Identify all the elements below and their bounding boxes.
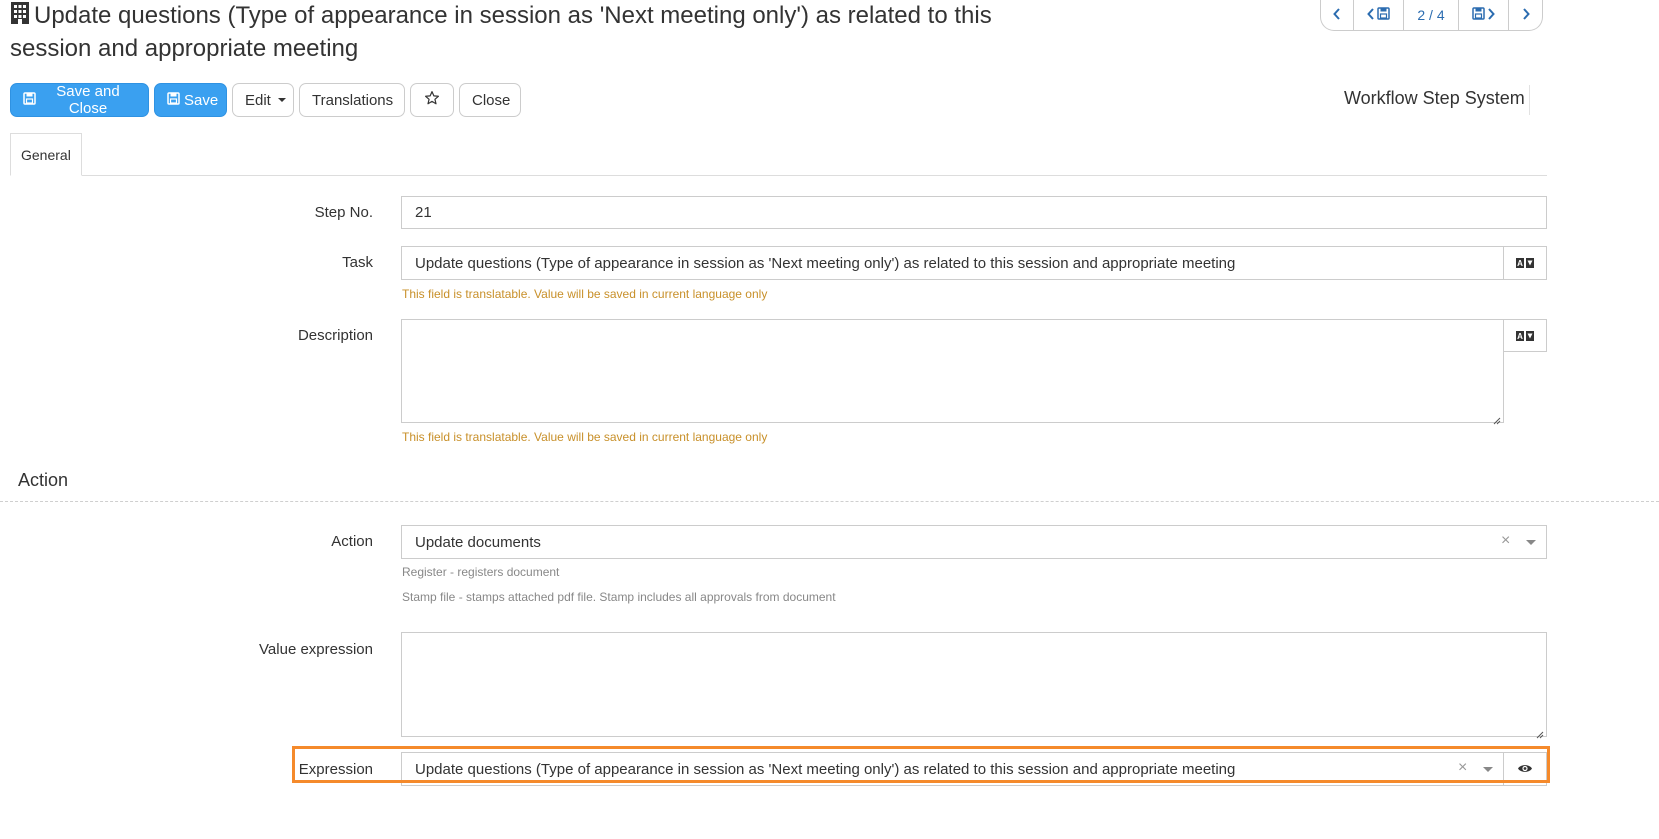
save-and-close-button[interactable]: Save and Close — [10, 83, 149, 117]
action-hint-stamp: Stamp file - stamps attached pdf file. S… — [402, 590, 836, 604]
tab-general[interactable]: General — [10, 133, 82, 176]
close-button[interactable]: Close — [459, 83, 521, 117]
tab-label: General — [21, 146, 71, 163]
record-pager: 2 / 4 — [1320, 0, 1543, 31]
translate-button[interactable]: A — [1503, 246, 1547, 280]
resize-handle-icon[interactable] — [1536, 726, 1544, 739]
focus-highlight — [292, 746, 1550, 783]
action-select[interactable]: Update documents × — [401, 525, 1547, 559]
favorite-button[interactable] — [410, 83, 454, 117]
step-no-value: 21 — [415, 204, 432, 221]
task-input[interactable]: Update questions (Type of appearance in … — [401, 246, 1504, 280]
building-icon — [10, 1, 30, 33]
step-no-label: Step No. — [314, 204, 373, 221]
step-no-input[interactable]: 21 — [401, 196, 1547, 229]
translate-icon: A — [1516, 328, 1534, 344]
chevron-right-icon — [1487, 7, 1495, 23]
edit-label: Edit — [245, 91, 271, 109]
action-value: Update documents — [415, 533, 541, 551]
floppy-icon — [1377, 7, 1390, 23]
task-label: Task — [342, 254, 373, 271]
save-button[interactable]: Save — [154, 83, 227, 117]
chevron-down-icon[interactable] — [1526, 540, 1536, 545]
translatable-hint: This field is translatable. Value will b… — [402, 287, 768, 301]
task-value: Update questions (Type of appearance in … — [415, 254, 1236, 272]
pager-position: 2 / 4 — [1404, 0, 1459, 30]
page-title: Update questions (Type of appearance in … — [10, 0, 1010, 64]
section-divider — [0, 501, 1659, 502]
context-label: Workflow Step System — [1344, 88, 1525, 108]
save-and-next-button[interactable] — [1459, 0, 1509, 30]
translate-icon: A — [1516, 255, 1534, 271]
value-expression-textarea[interactable] — [401, 632, 1547, 739]
svg-text:A: A — [1517, 332, 1523, 341]
resize-handle-icon[interactable] — [1493, 412, 1501, 425]
save-and-prev-button[interactable] — [1354, 0, 1404, 30]
translate-button[interactable]: A — [1503, 319, 1547, 352]
edit-dropdown-button[interactable]: Edit — [232, 83, 294, 117]
divider — [1529, 85, 1530, 115]
caret-down-icon — [277, 98, 286, 102]
action-label: Action — [331, 533, 373, 550]
tab-bar: General — [10, 133, 1547, 176]
star-icon — [424, 90, 440, 110]
page-title-text: Update questions (Type of appearance in … — [10, 2, 992, 62]
description-label: Description — [297, 327, 373, 344]
save-label: Save — [184, 91, 219, 109]
close-label: Close — [472, 91, 511, 109]
chevron-left-icon — [1367, 7, 1375, 23]
svg-text:A: A — [1517, 259, 1523, 268]
section-title-action: Action — [18, 470, 69, 490]
floppy-icon — [23, 91, 36, 109]
translations-label: Translations — [312, 91, 394, 109]
chevron-left-icon — [1333, 7, 1341, 23]
translatable-hint: This field is translatable. Value will b… — [402, 430, 768, 444]
action-hint-register: Register - registers document — [402, 565, 560, 579]
save-and-close-label: Save and Close — [56, 83, 120, 117]
floppy-icon — [1472, 7, 1485, 23]
translations-button[interactable]: Translations — [299, 83, 405, 117]
prev-button[interactable] — [1321, 0, 1354, 30]
chevron-right-icon — [1522, 7, 1530, 23]
floppy-icon — [167, 91, 180, 109]
value-expression-label: Value expression — [259, 641, 373, 658]
next-button[interactable] — [1509, 0, 1542, 30]
toolbar: Save and Close Save Edit Translations Cl… — [10, 83, 521, 117]
clear-icon[interactable]: × — [1501, 532, 1510, 550]
description-textarea[interactable] — [401, 319, 1504, 425]
